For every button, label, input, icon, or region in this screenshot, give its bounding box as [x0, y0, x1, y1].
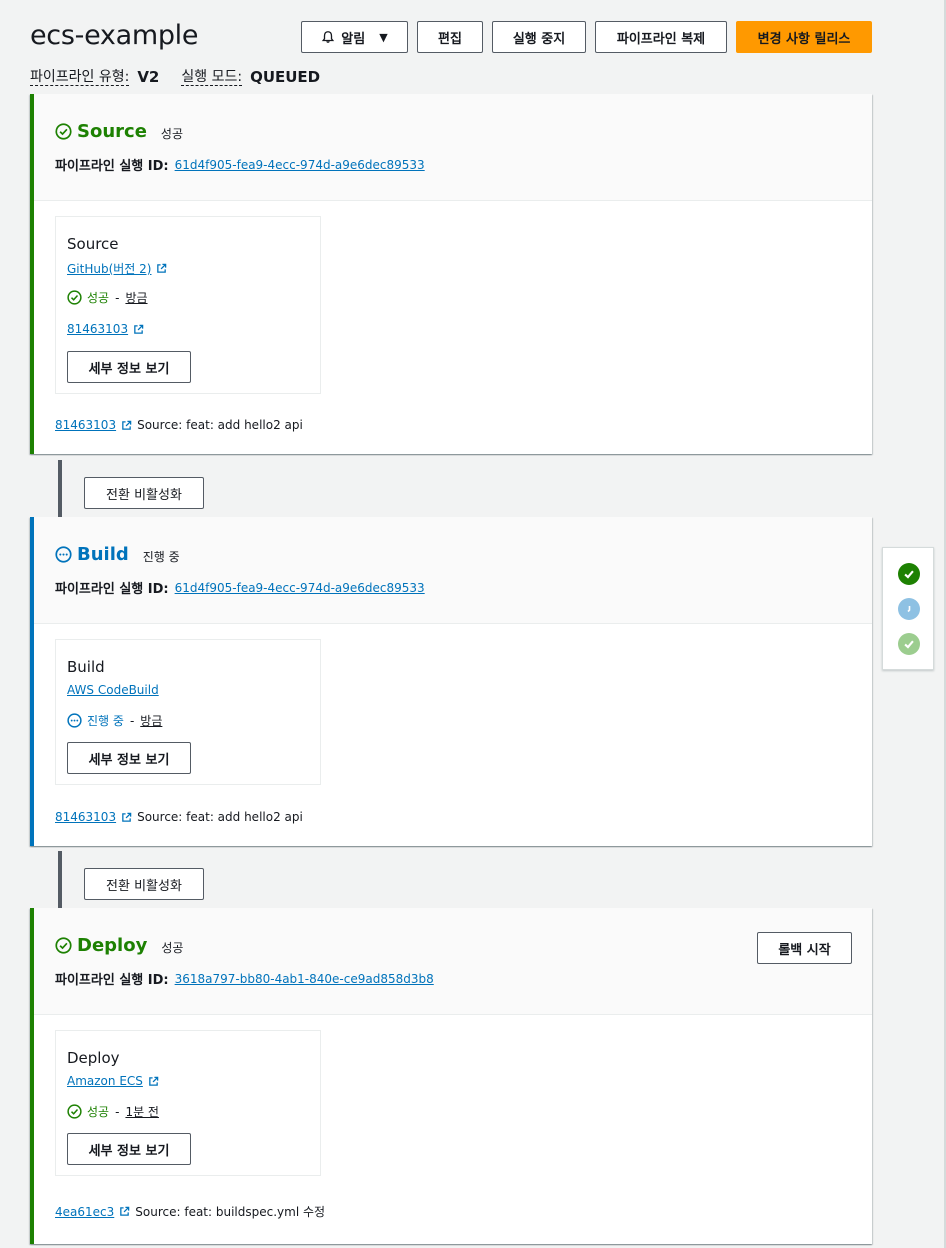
minimap-stage-deploy[interactable]: [898, 633, 920, 655]
check-circle-icon: [55, 937, 72, 954]
stage-name: Build: [77, 544, 129, 565]
check-icon: [904, 570, 914, 579]
notify-button[interactable]: 알림 ▼: [301, 21, 408, 53]
stage-body: Build AWS CodeBuild 진행 중 - 방금 세부 정보 보기 8…: [34, 624, 872, 846]
execution-id-link[interactable]: 61d4f905-fea9-4ecc-974d-a9e6dec89533: [175, 581, 425, 595]
execution-id-label: 파이프라인 실행 ID:: [55, 973, 169, 988]
notify-label: 알림: [341, 31, 366, 47]
view-details-button[interactable]: 세부 정보 보기: [67, 742, 191, 774]
minimap-stage-source[interactable]: [898, 563, 920, 585]
pipeline-meta: 파이프라인 유형: V2 실행 모드: QUEUED: [30, 68, 342, 86]
stage-body: Deploy Amazon ECS 성공 - 1분 전 세부 정보 보기 4ea…: [34, 1015, 872, 1244]
action-status: 성공: [87, 291, 110, 305]
disable-transition-button[interactable]: 전환 비활성화: [84, 477, 204, 509]
pipeline-minimap: [882, 547, 934, 670]
provider-link[interactable]: AWS CodeBuild: [67, 683, 159, 697]
separator: -: [115, 1104, 120, 1119]
commit-link[interactable]: 81463103: [55, 418, 116, 432]
transition-connector: [58, 460, 62, 518]
stage-header: Build 진행 중 파이프라인 실행 ID: 61d4f905-fea9-4e…: [34, 517, 872, 624]
pipeline-type-value: V2: [137, 68, 160, 86]
stage-status: 성공: [161, 940, 184, 955]
stage-status: 성공: [160, 126, 183, 141]
stage-build: Build 진행 중 파이프라인 실행 ID: 61d4f905-fea9-4e…: [30, 517, 872, 846]
release-change-button[interactable]: 변경 사항 릴리스: [736, 21, 872, 53]
action-card: Source GitHub(버전 2) 성공 - 방금 81463103 세부 …: [55, 216, 321, 394]
stage-name: Deploy: [77, 935, 148, 956]
action-time[interactable]: 방금: [125, 289, 147, 306]
commit-message: Source: feat: buildspec.yml 수정: [135, 1205, 326, 1219]
external-link-icon[interactable]: [119, 1206, 130, 1217]
pipeline-type-label[interactable]: 파이프라인 유형:: [30, 69, 130, 86]
bell-icon: [322, 31, 335, 43]
check-icon: [904, 640, 914, 649]
action-name: Deploy: [67, 1049, 120, 1067]
stage-header: Deploy 성공 파이프라인 실행 ID: 3618a797-bb80-4ab…: [34, 908, 872, 1015]
separator: -: [115, 290, 120, 305]
start-rollback-button[interactable]: 롤백 시작: [757, 932, 852, 964]
execution-mode-value: QUEUED: [250, 68, 321, 86]
commit-link[interactable]: 81463103: [55, 810, 116, 824]
commit-message: Source: feat: add hello2 api: [137, 810, 303, 824]
separator: -: [129, 713, 135, 728]
action-status: 성공: [87, 1105, 110, 1119]
action-card: Build AWS CodeBuild 진행 중 - 방금 세부 정보 보기: [55, 639, 321, 785]
stage-deploy: Deploy 성공 파이프라인 실행 ID: 3618a797-bb80-4ab…: [30, 908, 872, 1244]
caret-down-icon: ▼: [379, 30, 388, 44]
execution-id-label: 파이프라인 실행 ID:: [55, 582, 169, 597]
view-details-button[interactable]: 세부 정보 보기: [67, 1133, 191, 1165]
view-details-button[interactable]: 세부 정보 보기: [67, 351, 191, 383]
clone-pipeline-button[interactable]: 파이프라인 복제: [595, 21, 727, 53]
external-link-icon[interactable]: [121, 812, 132, 823]
in-progress-icon: [67, 713, 82, 728]
check-circle-icon: [67, 1104, 82, 1119]
commit-message: Source: feat: add hello2 api: [137, 418, 303, 432]
execution-id-link[interactable]: 3618a797-bb80-4ab1-840e-ce9ad858d3b8: [175, 972, 434, 986]
commit-link[interactable]: 81463103: [67, 322, 128, 336]
action-time[interactable]: 1분 전: [125, 1103, 159, 1120]
action-card: Deploy Amazon ECS 성공 - 1분 전 세부 정보 보기: [55, 1030, 321, 1176]
check-circle-icon: [67, 290, 82, 305]
stage-name: Source: [77, 121, 147, 142]
external-link-icon[interactable]: [121, 420, 132, 431]
stage-body: Source GitHub(버전 2) 성공 - 방금 81463103 세부 …: [34, 201, 872, 454]
execution-id-link[interactable]: 61d4f905-fea9-4ecc-974d-a9e6dec89533: [175, 158, 425, 172]
edit-button[interactable]: 편집: [417, 21, 483, 53]
action-status: 진행 중: [87, 714, 124, 728]
page-title: ecs-example: [30, 20, 199, 51]
external-link-icon[interactable]: [156, 263, 167, 274]
in-progress-icon: [55, 546, 72, 563]
stage-status: 진행 중: [142, 549, 180, 564]
stop-execution-button[interactable]: 실행 중지: [492, 21, 586, 53]
stage-header: Source 성공 파이프라인 실행 ID: 61d4f905-fea9-4ec…: [34, 94, 872, 201]
commit-link[interactable]: 4ea61ec3: [55, 1205, 114, 1219]
progress-icon: [907, 606, 911, 613]
provider-link[interactable]: GitHub(버전 2): [67, 260, 151, 277]
transition-connector: [58, 851, 62, 909]
stage-source: Source 성공 파이프라인 실행 ID: 61d4f905-fea9-4ec…: [30, 94, 872, 454]
action-name: Build: [67, 658, 105, 676]
action-name: Source: [67, 235, 119, 253]
header-actions: 알림 ▼ 편집 실행 중지 파이프라인 복제 변경 사항 릴리스: [301, 21, 872, 53]
external-link-icon[interactable]: [148, 1076, 159, 1087]
external-link-icon[interactable]: [133, 324, 144, 335]
provider-link[interactable]: Amazon ECS: [67, 1074, 143, 1088]
minimap-stage-build[interactable]: [898, 598, 920, 620]
disable-transition-button[interactable]: 전환 비활성화: [84, 868, 204, 900]
check-circle-icon: [55, 123, 72, 140]
execution-id-label: 파이프라인 실행 ID:: [55, 159, 169, 174]
execution-mode-label[interactable]: 실행 모드:: [181, 69, 243, 86]
action-time[interactable]: 방금: [140, 712, 162, 729]
